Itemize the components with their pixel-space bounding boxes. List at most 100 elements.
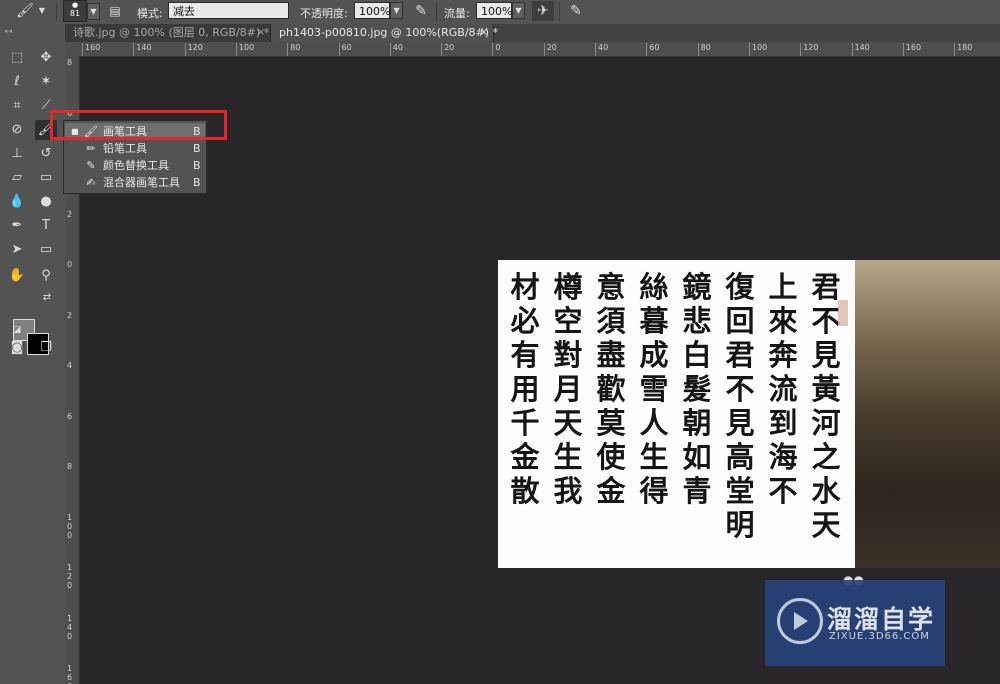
ruler-tick-label: 140 — [851, 43, 870, 56]
menu-item-shortcut: B — [193, 142, 201, 155]
ruler-tick-label: 100 — [67, 512, 73, 540]
watermark-subtitle: ZIXUE.3D66.COM — [829, 631, 930, 642]
calligraphy-column: 樽空對月天生我 — [553, 270, 583, 508]
divider — [436, 3, 437, 21]
brush-size-dropdown[interactable]: ▼ — [87, 3, 100, 20]
play-icon — [777, 598, 823, 644]
pen-icon[interactable]: ✒ — [6, 216, 28, 236]
menu-item-shortcut: B — [193, 176, 201, 189]
tab-ph1403-document[interactable]: ph1403-p00810.jpg @ 100%(RGB/8#) * × — [271, 24, 498, 42]
tab-label: 诗歌.jpg @ 100% (图层 0, RGB/8#) * — [73, 26, 270, 39]
crop-icon[interactable]: ⌗ — [6, 96, 28, 116]
quick-mask-icon[interactable]: ◙ — [6, 338, 28, 358]
ruler-tick-label: 40 — [389, 43, 403, 56]
opacity-dropdown[interactable]: ▼ — [390, 2, 403, 19]
menu-item-label: 铅笔工具 — [103, 142, 147, 155]
options-bar: 🖌 ▼ ● 81 ▼ ▤ 模式: 减去 不透明度: 100% ▼ ✎ 流量: 10… — [0, 0, 1000, 25]
ruler-tick-label: 140 — [67, 613, 73, 641]
airbrush-icon[interactable]: ✈ — [532, 1, 554, 21]
document-tab-bar: 诗歌.jpg @ 100% (图层 0, RGB/8#) * × ph1403-… — [65, 24, 1000, 42]
panel-grip[interactable]: ◂◂ — [4, 27, 13, 35]
menu-item-label: 颜色替换工具 — [103, 159, 169, 172]
close-icon[interactable]: × — [257, 24, 265, 42]
ruler-tick-label: 60 — [338, 43, 352, 56]
opacity-input[interactable]: 100% — [354, 2, 390, 19]
menu-item-color-replacement-tool[interactable]: ✎ 颜色替换工具 B — [65, 157, 205, 174]
menu-item-pencil-tool[interactable]: ✏ 铅笔工具 B — [65, 140, 205, 157]
clone-stamp-icon[interactable]: ⊥ — [6, 144, 28, 164]
document-canvas[interactable]: 君不見黃河之水天 上來奔流到海不 復回君不見高堂明 鏡悲白髮朝如青 絲暮成雪人生得 意須盡… — [498, 260, 1000, 568]
ruler-tick-label: 80 — [697, 43, 711, 56]
type-tool-icon[interactable]: T — [35, 216, 57, 236]
rectangular-marquee-icon[interactable]: ⬚ — [6, 48, 28, 68]
ruler-tick-label: 2 — [67, 209, 73, 219]
divider — [559, 3, 560, 21]
default-colors-icon[interactable]: ◪ — [6, 320, 28, 340]
ruler-tick-label: 160 — [902, 43, 922, 56]
hand-icon[interactable]: ✋ — [6, 266, 28, 286]
color-replacement-icon: ✎ — [86, 159, 96, 172]
close-icon[interactable]: × — [480, 24, 488, 42]
ruler-tick-label: 120 — [800, 43, 819, 56]
opacity-label: 不透明度: — [300, 7, 348, 20]
brush-size-value: 81 — [69, 9, 81, 18]
ruler-tick-label: 8 — [67, 58, 73, 67]
chevron-down-icon[interactable]: ▼ — [36, 1, 48, 21]
ruler-tick-label: 0 — [67, 260, 73, 269]
pencil-icon: ✏ — [86, 142, 96, 155]
brush-panel-toggle-icon[interactable]: ▤ — [104, 1, 126, 21]
horizontal-ruler: 160 140 120 100 80 60 40 20 0 20 40 60 80 100 120 140 16… — [65, 42, 1000, 57]
menu-item-shortcut: B — [193, 159, 201, 172]
menu-item-label: 混合器画笔工具 — [103, 176, 180, 189]
pressure-opacity-icon[interactable]: ✎ — [410, 1, 432, 21]
menu-item-mixer-brush-tool[interactable]: ✍ 混合器画笔工具 B — [65, 174, 205, 191]
lasso-icon[interactable]: ℓ — [6, 72, 28, 92]
watermark-logo: 溜溜自学 ZIXUE.3D66.COM — [765, 580, 945, 666]
dodge-icon[interactable]: ● — [35, 192, 57, 212]
ruler-tick-label: 8 — [67, 462, 73, 471]
ruler-tick-label: 20 — [543, 43, 557, 56]
flow-input[interactable]: 100% — [476, 2, 512, 19]
healing-brush-icon[interactable]: ⊘ — [6, 120, 28, 140]
ruler-tick-label: 2 — [67, 310, 73, 320]
ruler-tick-label: 140 — [133, 43, 152, 56]
gradient-icon[interactable]: ▭ — [35, 168, 57, 188]
flow-dropdown[interactable]: ▼ — [512, 2, 525, 19]
ruler-tick-label: 40 — [594, 43, 609, 56]
swap-colors-icon[interactable]: ⇄ — [36, 288, 58, 308]
blur-icon[interactable]: 💧 — [6, 192, 28, 212]
move-tool-icon[interactable]: ✥ — [35, 48, 57, 68]
flow-label: 流量: — [444, 7, 470, 20]
ruler-tick-label: 20 — [441, 43, 455, 56]
brush-preset-icon[interactable]: 🖌 — [14, 1, 36, 21]
ruler-tick-label: 80 — [287, 43, 301, 56]
magic-wand-icon[interactable]: ✶ — [35, 72, 57, 92]
tab-label: ph1403-p00810.jpg @ 100%(RGB/8#) * — [279, 26, 499, 39]
ruler-tick-label: 60 — [646, 43, 660, 56]
tab-poem-document[interactable]: 诗歌.jpg @ 100% (图层 0, RGB/8#) * × — [65, 24, 271, 42]
red-seal — [838, 300, 848, 326]
screen-mode-icon[interactable]: ❐ — [35, 338, 57, 358]
mode-select[interactable]: 减去 — [168, 2, 289, 19]
ruler-tick-label: 120 — [67, 563, 73, 590]
pressure-size-icon[interactable]: ✎ — [565, 1, 587, 21]
calligraphy-column: 復回君不見高堂明 — [725, 270, 755, 542]
rectangle-shape-icon[interactable]: ▭ — [35, 240, 57, 260]
calligraphy-column: 絲暮成雪人生得 — [639, 270, 669, 508]
ruler-tick-label: 0 — [492, 43, 501, 56]
ruler-tick-label: 6 — [67, 411, 73, 421]
ruler-tick-label: 120 — [184, 43, 203, 56]
calligraphy-column: 上來奔流到海不 — [768, 270, 798, 508]
history-brush-icon[interactable]: ↺ — [35, 144, 57, 164]
calligraphy-column: 鏡悲白髮朝如青 — [682, 270, 712, 508]
eraser-icon[interactable]: ▱ — [6, 168, 28, 188]
highlight-box — [50, 110, 227, 140]
path-selection-icon[interactable]: ➤ — [6, 240, 28, 260]
ruler-tick-label: 4 — [67, 361, 73, 370]
calligraphy-column: 材必有用千金散 — [510, 270, 540, 508]
brush-size-picker[interactable]: ● 81 — [63, 0, 87, 22]
landscape-photo — [855, 260, 1000, 568]
zoom-icon[interactable]: ⚲ — [35, 266, 57, 286]
ruler-tick-label: 160 — [81, 43, 101, 56]
divider — [56, 3, 57, 21]
